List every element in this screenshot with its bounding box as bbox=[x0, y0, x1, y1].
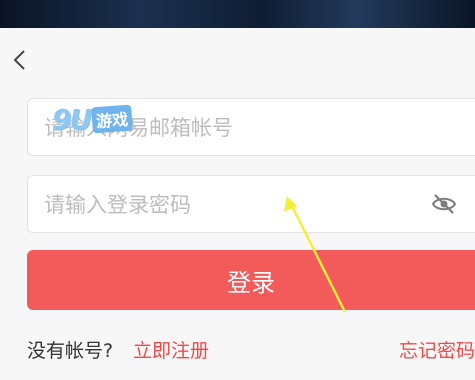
password-input[interactable] bbox=[42, 176, 426, 234]
password-field[interactable] bbox=[27, 175, 475, 234]
login-button-label: 登录 bbox=[227, 268, 275, 297]
no-account-text: 没有帐号? bbox=[27, 340, 114, 362]
header-banner bbox=[0, 0, 475, 28]
forgot-password-link[interactable]: 忘记密码 bbox=[399, 336, 475, 363]
account-input[interactable] bbox=[42, 99, 426, 157]
account-field[interactable] bbox=[27, 98, 475, 157]
register-link[interactable]: 立即注册 bbox=[133, 336, 209, 363]
footer-links: 没有帐号? 立即注册 忘记密码 bbox=[27, 336, 475, 362]
login-button[interactable]: 登录 bbox=[27, 250, 475, 310]
eye-off-icon bbox=[431, 194, 457, 214]
toggle-password-visibility[interactable] bbox=[431, 192, 457, 216]
back-button[interactable] bbox=[8, 47, 30, 73]
chevron-left-icon bbox=[13, 50, 25, 70]
